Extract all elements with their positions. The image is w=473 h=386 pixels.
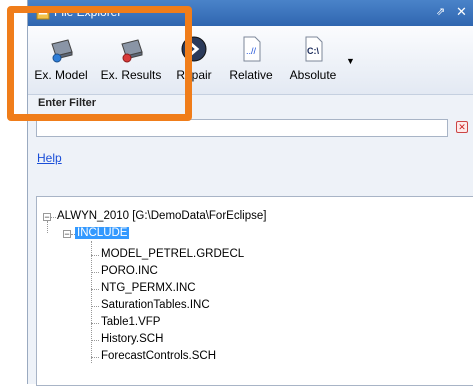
tree-file-item[interactable]: Table1.VFP xyxy=(101,316,160,328)
tree-file-item[interactable]: MODEL_PETREL.GRDECL xyxy=(101,248,244,260)
close-icon[interactable]: ✕ xyxy=(456,4,467,20)
relative-path-icon: ..// xyxy=(243,36,261,62)
tree-file-item[interactable]: ForecastControls.SCH xyxy=(101,350,216,362)
toolbar-overflow-dropdown[interactable]: ▼ xyxy=(346,56,355,66)
tree-root-item[interactable]: ALWYN_2010 [G:\DemoData\ForEclipse] xyxy=(57,210,266,222)
tree-file-item[interactable]: History.SCH xyxy=(101,333,163,345)
svg-text:..//: ..// xyxy=(246,46,257,56)
tree-file-item[interactable]: SaturationTables.INC xyxy=(101,299,210,311)
pin-icon[interactable]: ⇗ xyxy=(436,5,450,19)
relative-button[interactable]: ..// Relative xyxy=(226,34,276,92)
collapse-folder-icon[interactable]: − xyxy=(63,230,71,239)
tree-folder-include[interactable]: INCLUDE xyxy=(75,227,130,239)
tree-file-item[interactable]: PORO.INC xyxy=(101,265,158,277)
absolute-path-icon: C:\ xyxy=(305,36,323,62)
absolute-button[interactable]: C:\ Absolute xyxy=(284,34,342,92)
collapse-root-icon[interactable]: − xyxy=(43,213,51,222)
help-link[interactable]: Help xyxy=(37,151,62,165)
highlight-annotation-box xyxy=(7,6,192,121)
tree-file-item[interactable]: NTG_PERMX.INC xyxy=(101,282,196,294)
svg-text:C:\: C:\ xyxy=(307,46,319,56)
filter-input[interactable] xyxy=(36,119,448,137)
file-tree-panel: − ALWYN_2010 [G:\DemoData\ForEclipse] − … xyxy=(36,196,473,386)
clear-filter-icon[interactable]: ✕ xyxy=(456,121,468,133)
